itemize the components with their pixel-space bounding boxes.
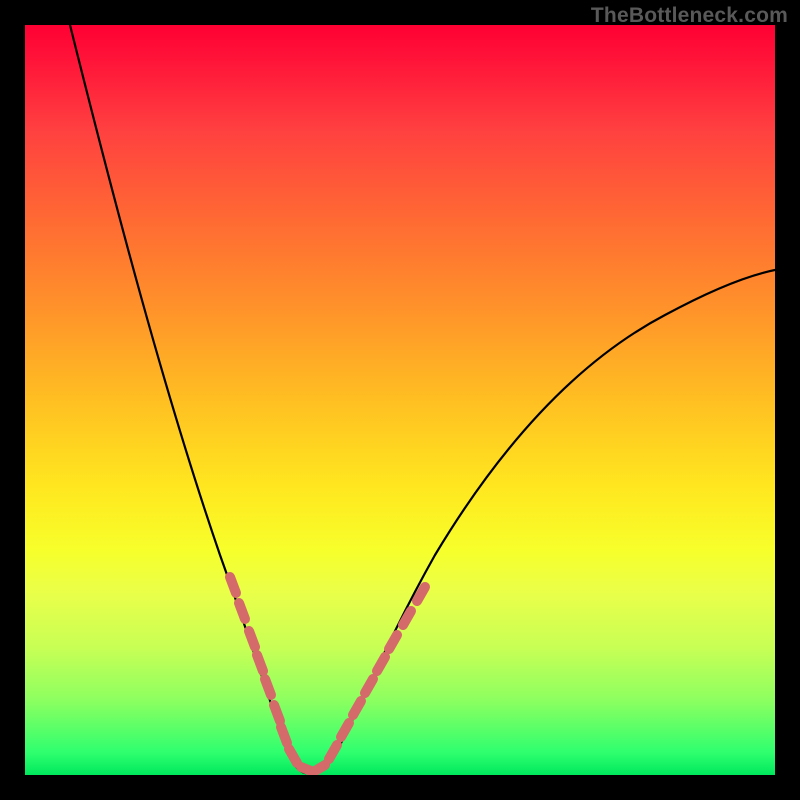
bottleneck-curve <box>70 25 775 773</box>
plot-area <box>25 25 775 775</box>
chart-frame: TheBottleneck.com <box>0 0 800 800</box>
highlight-markers <box>230 577 425 771</box>
curve-layer <box>25 25 775 775</box>
